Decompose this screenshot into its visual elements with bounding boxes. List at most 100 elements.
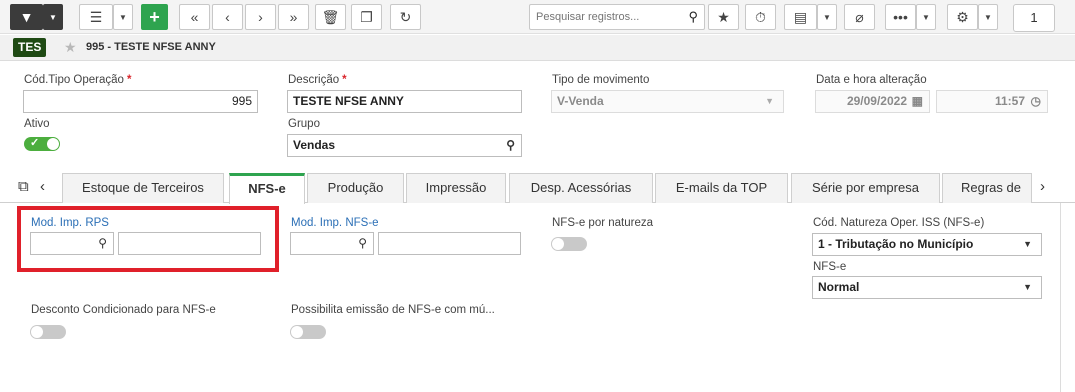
search-icon[interactable]: ⚲	[358, 233, 367, 254]
filter-icon: ▼	[19, 9, 34, 25]
data-value: 29/09/2022	[846, 94, 907, 108]
tabs-scroll-right-icon[interactable]: ›	[1040, 178, 1045, 195]
cod-natureza-select[interactable]: 1 - Tributação no Município ▼	[812, 233, 1042, 256]
list-view-button[interactable]: ☰	[79, 4, 113, 30]
tab-producao[interactable]: Produção	[307, 173, 404, 203]
calendar-icon: ▦	[911, 94, 923, 108]
tab-estoque-terceiros[interactable]: Estoque de Terceiros	[62, 173, 224, 203]
toggle-knob	[47, 138, 59, 150]
cod-tipo-operacao-field[interactable]: 995	[23, 90, 258, 113]
delete-button[interactable]: 🗑	[315, 4, 346, 30]
chevron-down-icon: ▼	[1023, 239, 1032, 249]
grupo-label: Grupo	[288, 118, 320, 130]
refresh-button[interactable]: ↻	[390, 4, 421, 30]
nfse-value: Normal	[818, 280, 860, 294]
chevron-down-icon: ▼	[984, 12, 992, 22]
grupo-value: Vendas	[293, 138, 336, 152]
next-page-icon: ›	[258, 9, 263, 25]
first-page-icon: «	[190, 9, 199, 25]
report-button[interactable]: ▤	[784, 4, 817, 30]
main-toolbar: ▼ ▼ ☰ ▼ + « ‹ › » 🗑 ❐ ↻ ⚲ ★ ⏱ ▤	[0, 0, 1075, 34]
duplicate-icon: ❐	[360, 8, 373, 25]
settings-button[interactable]: ⚙	[947, 4, 978, 30]
data-alteracao-field: 29/09/2022 ▦	[815, 90, 930, 113]
search-input[interactable]	[530, 5, 680, 29]
report-dropdown-button[interactable]: ▼	[817, 4, 837, 30]
favorite-button[interactable]: ★	[708, 4, 739, 30]
hora-value: 11:57	[994, 94, 1025, 108]
check-icon: ✓	[30, 137, 40, 149]
tab-serie-empresa[interactable]: Série por empresa	[791, 173, 940, 203]
settings-dropdown-button[interactable]: ▼	[978, 4, 998, 30]
next-page-button[interactable]: ›	[245, 4, 276, 30]
hora-alteracao-field: 11:57 ◷	[936, 90, 1048, 113]
tab-nfse[interactable]: NFS-e	[229, 173, 305, 204]
tipo-movimento-value: V-Venda	[557, 94, 604, 108]
duplicate-button[interactable]: ❐	[351, 4, 382, 30]
settings-icon: ⚙	[956, 8, 969, 25]
record-title-bar: TES ★ 995 - TESTE NFSE ANNY	[0, 35, 1075, 61]
tab-emails-top[interactable]: E-mails da TOP	[655, 173, 788, 203]
content-right-border	[1060, 203, 1061, 392]
page-number-field[interactable]: 1	[1013, 4, 1055, 32]
descricao-field[interactable]: TESTE NFSE ANNY	[287, 90, 522, 113]
more-actions-dropdown-button[interactable]: ▼	[916, 4, 936, 30]
attach-button[interactable]: ⌀	[844, 4, 875, 30]
search-icon[interactable]: ⚲	[506, 135, 515, 156]
ativo-toggle[interactable]: ✓	[24, 137, 60, 151]
cod-natureza-label: Cód. Natureza Oper. ISS (NFS-e)	[813, 217, 985, 229]
star-icon[interactable]: ★	[64, 39, 77, 56]
add-button[interactable]: +	[141, 4, 168, 30]
desconto-condicionado-toggle[interactable]	[30, 325, 66, 339]
timer-icon: ⏱	[755, 8, 766, 25]
nfse-select[interactable]: Normal ▼	[812, 276, 1042, 299]
more-actions-button[interactable]: •••	[885, 4, 916, 30]
restore-tabs-icon[interactable]: ⧉	[18, 178, 29, 195]
filter-dropdown-button[interactable]: ▼	[43, 4, 63, 30]
ativo-label: Ativo	[24, 118, 50, 130]
search-icon[interactable]: ⚲	[688, 9, 698, 25]
possibilita-emissao-toggle[interactable]	[290, 325, 326, 339]
cod-natureza-value: 1 - Tributação no Município	[818, 237, 974, 251]
first-page-button[interactable]: «	[179, 4, 210, 30]
highlight-annotation-box	[17, 206, 279, 272]
list-view-dropdown-button[interactable]: ▼	[113, 4, 133, 30]
nfse-por-natureza-toggle[interactable]	[551, 237, 587, 251]
chevron-down-icon: ▼	[765, 96, 774, 106]
mod-imp-nfse-description-field[interactable]	[378, 232, 521, 255]
delete-icon: 🗑	[321, 8, 340, 25]
cod-tipo-operacao-label: Cód.Tipo Operação *	[24, 74, 132, 86]
nfse-por-natureza-label: NFS-e por natureza	[552, 217, 653, 229]
toggle-knob	[291, 326, 303, 338]
toggle-knob	[31, 326, 43, 338]
last-page-button[interactable]: »	[278, 4, 309, 30]
mod-imp-nfse-code-field[interactable]: ⚲	[290, 232, 374, 255]
timer-button[interactable]: ⏱	[745, 4, 776, 30]
chevron-down-icon: ▼	[922, 12, 930, 22]
grupo-field[interactable]: Vendas ⚲	[287, 134, 522, 157]
list-icon: ☰	[89, 8, 103, 25]
tab-regras[interactable]: Regras de	[942, 173, 1032, 203]
filter-button[interactable]: ▼	[10, 4, 43, 30]
chevron-down-icon: ▼	[823, 12, 831, 22]
chevron-down-icon: ▼	[119, 12, 127, 22]
screen-badge: TES	[13, 38, 47, 57]
star-icon: ★	[717, 8, 730, 25]
previous-page-button[interactable]: ‹	[212, 4, 243, 30]
tab-desp-acessorias[interactable]: Desp. Acessórias	[509, 173, 653, 203]
descricao-label: Descrição *	[288, 74, 347, 86]
tab-strip: ⧉ ‹ Estoque de Terceiros NFS-e Produção …	[0, 172, 1075, 204]
possibilita-emissao-label: Possibilita emissão de NFS-e com mú...	[291, 304, 495, 316]
report-icon: ▤	[793, 8, 808, 25]
record-title: 995 - TESTE NFSE ANNY	[86, 41, 216, 53]
search-records-field[interactable]: ⚲	[529, 4, 705, 30]
toggle-knob	[552, 238, 564, 250]
tipo-movimento-select: V-Venda ▼	[551, 90, 784, 113]
previous-page-icon: ‹	[225, 9, 230, 25]
chevron-down-icon: ▼	[49, 12, 57, 22]
nfse-label: NFS-e	[813, 261, 847, 273]
attach-icon: ⌀	[855, 8, 864, 25]
more-icon: •••	[893, 9, 908, 25]
tab-impressao[interactable]: Impressão	[406, 173, 506, 203]
tabs-scroll-left-icon[interactable]: ‹	[40, 178, 45, 195]
